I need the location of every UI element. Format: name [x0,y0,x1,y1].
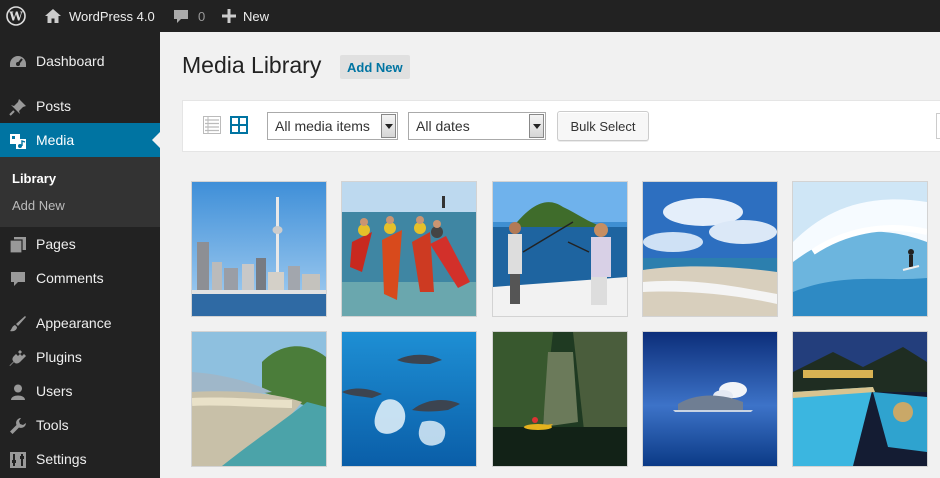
wrench-icon [10,418,26,434]
sidebar-item-dashboard[interactable]: Dashboard [0,44,160,78]
sidebar-item-label: Settings [36,451,87,467]
svg-text:W: W [8,10,23,24]
sidebar-item-label: Media [36,132,75,148]
city-skyline-image [192,182,326,316]
media-thumbnail[interactable] [192,332,326,466]
sidebar-item-label: Tools [36,417,69,433]
submenu-item-library[interactable]: Library [12,171,56,186]
island-ocean-image [643,332,777,466]
media-icon [10,134,26,149]
bulk-select-button[interactable]: Bulk Select [557,111,649,141]
media-thumbnail[interactable] [493,182,627,316]
surfer-wave-image [793,182,927,316]
media-thumbnail[interactable] [793,332,927,466]
media-thumbnail[interactable] [793,182,927,316]
list-view-icon[interactable] [203,116,221,139]
settings-icon [10,452,26,468]
sidebar-item-media[interactable]: Media [0,123,160,157]
dolphins-image [342,332,476,466]
chevron-down-icon [529,114,544,138]
admin-sidebar: Dashboard Posts Media Library Add New Pa… [0,32,160,478]
new-label: New [243,8,270,24]
sidebar-item-appearance[interactable]: Appearance [0,306,160,340]
comment-bubble-icon [174,10,188,23]
search-input[interactable] [936,113,940,139]
submenu-item-add-new[interactable]: Add New [12,198,65,213]
plugin-icon [9,350,26,366]
sidebar-item-users[interactable]: Users [0,374,160,408]
wordpress-logo-icon[interactable]: W [6,0,28,32]
comment-icon [11,272,25,286]
dashboard-icon [10,56,26,67]
chevron-down-icon [381,114,396,138]
media-thumbnail[interactable] [643,332,777,466]
sidebar-item-pages[interactable]: Pages [0,227,160,261]
media-thumbnail[interactable] [192,182,326,316]
media-thumbnail[interactable] [643,182,777,316]
media-submenu: Library Add New [0,157,160,227]
rainforest-canoe-image [493,332,627,466]
comments-count: 0 [198,8,206,24]
admin-bar: W WordPress 4.0 0 New [0,0,940,32]
new-content-link[interactable]: New [222,0,269,32]
sidebar-item-tools[interactable]: Tools [0,408,160,442]
page-title: Media Library [182,52,322,78]
sidebar-item-comments[interactable]: Comments [0,261,160,295]
kayakers-image [342,182,476,316]
home-icon [45,9,61,23]
pages-icon [9,237,26,254]
plus-icon [222,9,236,23]
site-name-link[interactable]: WordPress 4.0 [44,0,155,32]
pushpin-icon [9,99,26,116]
media-thumbnail[interactable] [493,332,627,466]
sidebar-item-label: Users [36,383,73,399]
sidebar-item-label: Dashboard [36,53,105,69]
beach-clouds-image [643,182,777,316]
resort-pool-image [793,332,927,466]
sidebar-item-settings[interactable]: Settings [0,442,160,476]
paintbrush-icon [10,316,26,332]
date-filter-value: All dates [416,118,470,134]
sidebar-item-plugins[interactable]: Plugins [0,340,160,374]
sidebar-item-label: Pages [36,236,76,252]
sidebar-item-label: Posts [36,98,72,114]
comments-link[interactable]: 0 [173,0,205,32]
add-new-button[interactable]: Add New [340,55,410,79]
sidebar-item-label: Appearance [36,315,112,331]
site-name: WordPress 4.0 [69,8,155,24]
media-thumbnail[interactable] [342,332,476,466]
sidebar-item-posts[interactable]: Posts [0,89,160,123]
sidebar-item-label: Plugins [36,349,82,365]
date-filter[interactable]: All dates [408,112,546,140]
bay-beach-image [192,332,326,466]
media-thumbnail[interactable] [342,182,476,316]
fishing-boat-image [493,182,627,316]
sidebar-item-label: Comments [36,270,104,286]
grid-view-icon[interactable] [230,116,248,139]
media-type-filter-value: All media items [275,118,370,134]
media-type-filter[interactable]: All media items [267,112,398,140]
user-icon [11,384,25,400]
